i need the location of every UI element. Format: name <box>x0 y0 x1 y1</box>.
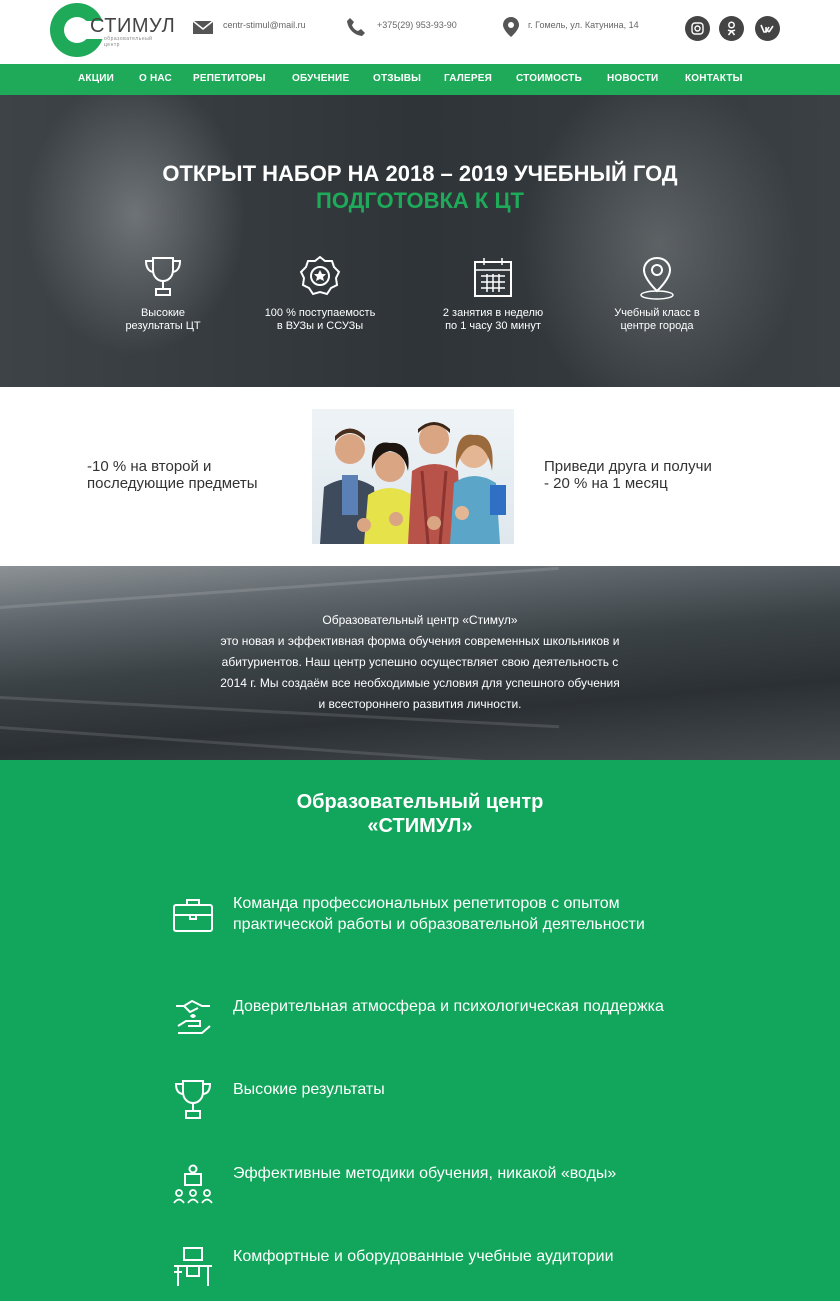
benefit-text: Высокие результаты <box>233 1081 385 1098</box>
nav-item-news[interactable]: НОВОСТИ <box>607 73 658 84</box>
nav-item-about[interactable]: О НАС <box>139 73 172 84</box>
nav-item-akcii[interactable]: АКЦИИ <box>78 73 114 84</box>
briefcase-icon <box>173 899 213 932</box>
benefits-title-line1: Образовательный центр <box>296 791 544 813</box>
students-photo <box>312 409 514 544</box>
feature-location-line1: Учебный класс в <box>614 307 700 319</box>
odnoklassniki-icon[interactable] <box>719 16 744 41</box>
vk-icon[interactable] <box>755 16 780 41</box>
feature-admission: 100 % поступаемость в ВУЗы и ССУЗы <box>250 255 390 333</box>
nav-item-gallery[interactable]: ГАЛЕРЕЯ <box>444 73 492 84</box>
email-link[interactable]: centr-stimul@mail.ru <box>223 18 318 33</box>
offer-discount-subjects: -10 % на второй и последующие предметы <box>87 458 258 492</box>
about-section: Образовательный центр «Стимул» это новая… <box>0 566 840 769</box>
calendar-icon <box>474 258 512 297</box>
desk-icon <box>174 1247 212 1286</box>
phone-icon <box>347 18 365 36</box>
feature-schedule-line2: по 1 часу 30 минут <box>445 320 541 332</box>
about-line: и всестороннего развития личности. <box>318 697 522 711</box>
offer-bring-friend: Приведи друга и получи - 20 % на 1 месяц <box>544 458 712 492</box>
benefit-text: Команда профессиональных репетиторов с о… <box>233 895 645 933</box>
benefit-text: Эффективные методики обучения, никакой «… <box>233 1165 617 1182</box>
map-pin-icon <box>503 17 519 37</box>
nav-item-reviews[interactable]: ОТЗЫВЫ <box>373 73 421 84</box>
feature-admission-line2: в ВУЗы и ССУЗы <box>276 320 364 332</box>
trophy-icon <box>174 1080 212 1119</box>
promo-offers: -10 % на второй и последующие предметы П… <box>0 387 840 566</box>
presentation-icon <box>173 1164 213 1204</box>
odnoklassniki-glyph <box>727 21 736 36</box>
about-line: абитуриентов. Наш центр успешно осуществ… <box>221 655 619 669</box>
phone-link[interactable]: +375(29) 953-93-90 <box>377 18 472 33</box>
benefits-title: Образовательный центр «СТИМУЛ» <box>0 790 840 838</box>
main-nav: АКЦИИ О НАС РЕПЕТИТОРЫ ОБУЧЕНИЕ ОТЗЫВЫ Г… <box>0 64 840 95</box>
benefit-text: Комфортные и оборудованные учебные аудит… <box>233 1248 614 1265</box>
address-text: г. Гомель, ул. Катунина, 14 <box>528 20 639 30</box>
hero-subtitle: ПОДГОТОВКА К ЦТ <box>316 188 524 213</box>
about-text: Образовательный центр «Стимул» это новая… <box>130 610 710 715</box>
location-icon <box>640 256 674 300</box>
nav-item-tutors[interactable]: РЕПЕТИТОРЫ <box>193 73 266 84</box>
book-page-line <box>0 566 559 609</box>
trophy-icon <box>144 257 182 296</box>
offer-right-line1: Приведи друга и получи <box>544 458 712 475</box>
nav-item-contacts[interactable]: КОНТАКТЫ <box>685 73 743 84</box>
site-header: СТИМУЛ образовательный центр centr-stimu… <box>0 0 840 64</box>
about-line: это новая и эффективная форма обучения с… <box>220 634 620 648</box>
vk-glyph <box>760 24 774 33</box>
about-line: Образовательный центр «Стимул» <box>322 613 518 627</box>
feature-results: Высокие результаты ЦТ <box>93 255 233 333</box>
feature-schedule-line1: 2 занятия в неделю <box>442 307 544 319</box>
instagram-glyph <box>691 22 704 35</box>
hero-title: ОТКРЫТ НАБОР НА 2018 – 2019 УЧЕБНЫЙ ГОД <box>162 161 678 186</box>
feature-location: Учебный класс в центре города <box>587 255 727 333</box>
students-illustration <box>320 422 506 544</box>
mail-icon <box>192 20 214 34</box>
benefits-title-line2: «СТИМУЛ» <box>367 815 473 837</box>
benefits-section: Образовательный центр «СТИМУЛ» Команда п… <box>0 760 840 1301</box>
hero-banner: ОТКРЫТ НАБОР НА 2018 – 2019 УЧЕБНЫЙ ГОД … <box>0 95 840 387</box>
feature-schedule: 2 занятия в неделю по 1 часу 30 минут <box>423 255 563 333</box>
offer-right-line2: - 20 % на 1 месяц <box>544 475 668 492</box>
instagram-icon[interactable] <box>685 16 710 41</box>
logo[interactable]: СТИМУЛ образовательный центр <box>50 3 175 59</box>
about-line: 2014 г. Мы создаём все необходимые услов… <box>220 676 620 690</box>
feature-results-line1: Высокие <box>140 307 186 319</box>
logo-name: СТИМУЛ <box>90 15 176 37</box>
nav-item-price[interactable]: СТОИМОСТЬ <box>516 73 582 84</box>
handshake-icon <box>176 999 211 1034</box>
nav-item-education[interactable]: ОБУЧЕНИЕ <box>292 73 349 84</box>
feature-location-line2: центре города <box>620 320 694 332</box>
award-icon <box>299 255 341 296</box>
feature-admission-line1: 100 % поступаемость <box>264 307 376 319</box>
logo-subtitle: образовательный центр <box>104 36 153 48</box>
benefit-text: Доверительная атмосфера и психологическа… <box>233 998 664 1015</box>
offer-left-line1: -10 % на второй и <box>87 458 212 475</box>
feature-results-line2: результаты ЦТ <box>125 320 201 332</box>
offer-left-line2: последующие предметы <box>87 475 258 492</box>
